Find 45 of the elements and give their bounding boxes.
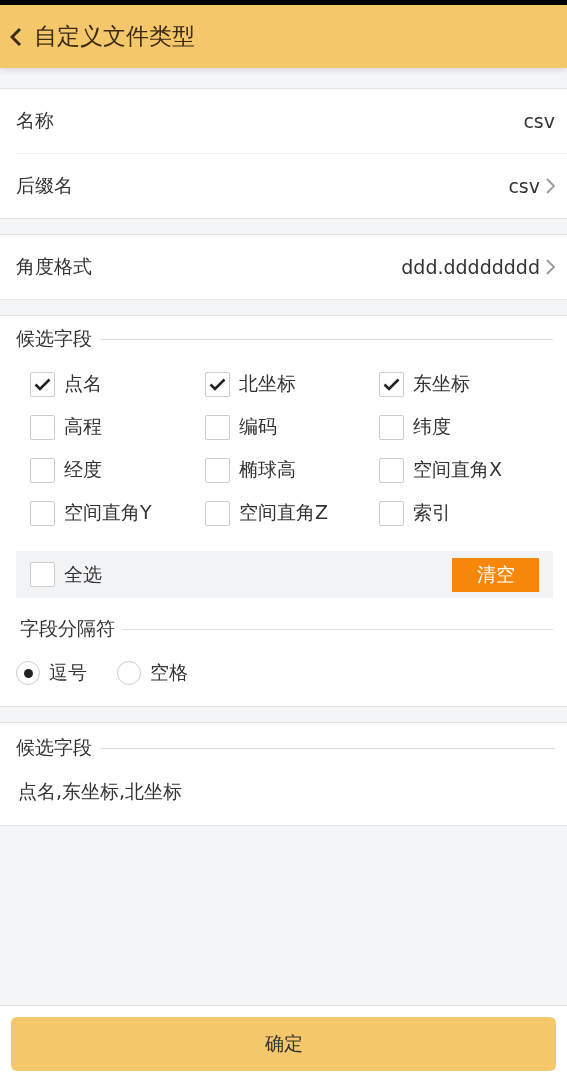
checkmark-icon (209, 377, 226, 391)
checkbox[interactable] (30, 414, 55, 440)
checkbox[interactable] (205, 371, 230, 397)
checkbox-label: 空间直角Y (64, 500, 152, 525)
checkbox[interactable] (30, 371, 55, 397)
checkbox-label: 空间直角X (413, 457, 503, 482)
checkbox[interactable] (205, 500, 230, 526)
radio-label: 空格 (150, 660, 188, 685)
setting-label: 角度格式 (16, 254, 92, 279)
checkbox-label: 索引 (413, 500, 451, 525)
checkmark-icon (383, 377, 400, 391)
section-title: 候选字段 (16, 326, 92, 351)
section-title: 候选字段 (16, 735, 92, 760)
checkbox[interactable] (379, 414, 404, 440)
setting-label: 名称 (16, 108, 54, 133)
radio-label: 逗号 (49, 660, 87, 685)
checkbox-label: 经度 (64, 457, 102, 482)
setting-value[interactable]: ddd.dddddddd (401, 256, 540, 278)
checkbox[interactable] (205, 414, 230, 440)
checkbox[interactable] (379, 500, 404, 526)
setting-value: csv (523, 110, 555, 132)
checkmark-icon (34, 377, 51, 391)
page-title: 自定义文件类型 (34, 22, 195, 51)
section-title: 字段分隔符 (19, 616, 115, 641)
chevron-right-icon (546, 178, 555, 194)
chevron-right-icon (546, 259, 555, 275)
checkbox[interactable] (379, 457, 404, 483)
checkbox[interactable] (30, 457, 55, 483)
checkbox-label: 编码 (239, 414, 277, 439)
checkbox[interactable] (205, 457, 230, 483)
selected-fields-text: 点名,东坐标,北坐标 (17, 779, 184, 804)
checkbox-label: 椭球高 (239, 457, 296, 482)
setting-value[interactable]: csv (508, 175, 540, 197)
setting-label: 后缀名 (16, 173, 73, 198)
confirm-button[interactable]: 确定 (11, 1017, 556, 1071)
checkbox-label: 全选 (64, 561, 102, 587)
checkbox-label: 北坐标 (239, 371, 296, 396)
checkbox[interactable] (30, 500, 55, 526)
checkbox-label: 高程 (64, 414, 102, 439)
checkbox[interactable] (30, 562, 55, 587)
checkbox-label: 纬度 (413, 414, 451, 439)
checkbox-label: 东坐标 (413, 371, 470, 396)
checkbox[interactable] (379, 371, 404, 397)
checkbox-label: 点名 (64, 371, 102, 396)
checkbox-label: 空间直角Z (239, 500, 329, 525)
